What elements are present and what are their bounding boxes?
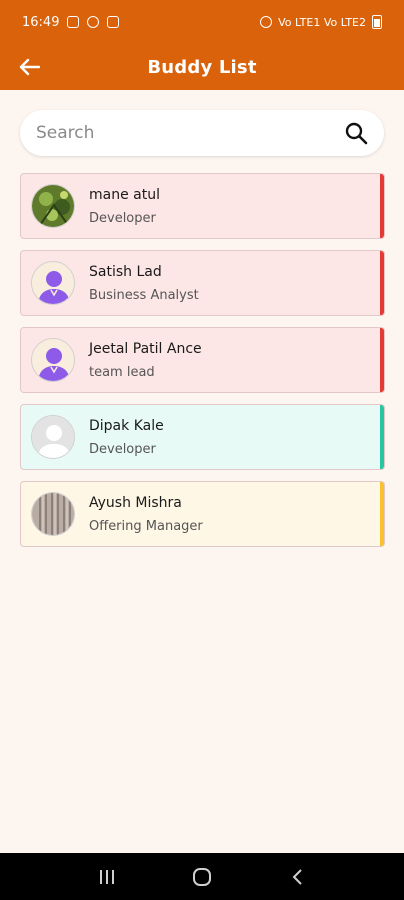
buddy-info: Dipak Kale Developer — [89, 418, 164, 457]
status-stripe — [380, 174, 384, 238]
recents-icon — [100, 869, 115, 884]
buddy-name: Dipak Kale — [89, 417, 164, 434]
home-button[interactable] — [182, 862, 222, 892]
app-bar: Buddy List — [0, 44, 404, 90]
page-title: Buddy List — [147, 56, 257, 78]
recents-button[interactable] — [87, 862, 127, 892]
battery-icon — [372, 15, 382, 29]
avatar — [31, 184, 75, 228]
buddy-name: Jeetal Patil Ance — [89, 340, 202, 357]
search-icon — [345, 122, 368, 145]
home-icon — [192, 867, 211, 886]
buddy-name: Ayush Mishra — [89, 494, 182, 511]
notification-icon — [107, 16, 120, 28]
status-stripe — [380, 405, 384, 469]
system-back-button[interactable] — [277, 862, 317, 892]
status-left: 16:49 — [22, 14, 120, 30]
buddy-name: Satish Lad — [89, 263, 162, 280]
status-stripe — [380, 328, 384, 392]
back-button[interactable] — [14, 52, 44, 82]
avatar — [31, 338, 75, 382]
buddy-name: mane atul — [89, 186, 160, 203]
gallery-icon — [67, 16, 80, 28]
buddy-info: Satish Lad Business Analyst — [89, 264, 199, 303]
buddy-info: Ayush Mishra Offering Manager — [89, 495, 203, 534]
buddy-card[interactable]: Ayush Mishra Offering Manager — [20, 481, 385, 547]
system-nav-bar — [0, 853, 404, 900]
search-bar — [20, 110, 384, 156]
status-right: Vo LTE1 Vo LTE2 — [260, 15, 382, 29]
buddy-card[interactable]: Jeetal Patil Ance team lead — [20, 327, 385, 393]
arrow-left-icon — [19, 58, 40, 76]
avatar — [31, 492, 75, 536]
buddy-list: mane atul Developer Satish Lad Business Ana… — [20, 173, 385, 558]
chevron-left-icon — [292, 868, 302, 885]
avatar — [31, 415, 75, 459]
buddy-role: Developer — [89, 210, 156, 226]
buddy-card[interactable]: Satish Lad Business Analyst — [20, 250, 385, 316]
alarm-icon — [260, 16, 273, 28]
search-button[interactable] — [342, 119, 370, 147]
buddy-info: Jeetal Patil Ance team lead — [89, 341, 202, 380]
buddy-info: mane atul Developer — [89, 187, 160, 226]
buddy-role: Business Analyst — [89, 287, 199, 303]
buddy-role: Developer — [89, 441, 156, 457]
status-stripe — [380, 251, 384, 315]
search-input[interactable] — [34, 122, 342, 144]
network-indicator-text: Vo LTE1 Vo LTE2 — [278, 15, 366, 29]
status-time: 16:49 — [22, 14, 60, 30]
phone-icon — [87, 16, 100, 28]
buddy-card[interactable]: Dipak Kale Developer — [20, 404, 385, 470]
buddy-role: Offering Manager — [89, 518, 203, 534]
buddy-role: team lead — [89, 364, 155, 380]
buddy-card[interactable]: mane atul Developer — [20, 173, 385, 239]
status-stripe — [380, 482, 384, 546]
status-bar: 16:49 Vo LTE1 Vo LTE2 — [0, 0, 404, 44]
avatar — [31, 261, 75, 305]
